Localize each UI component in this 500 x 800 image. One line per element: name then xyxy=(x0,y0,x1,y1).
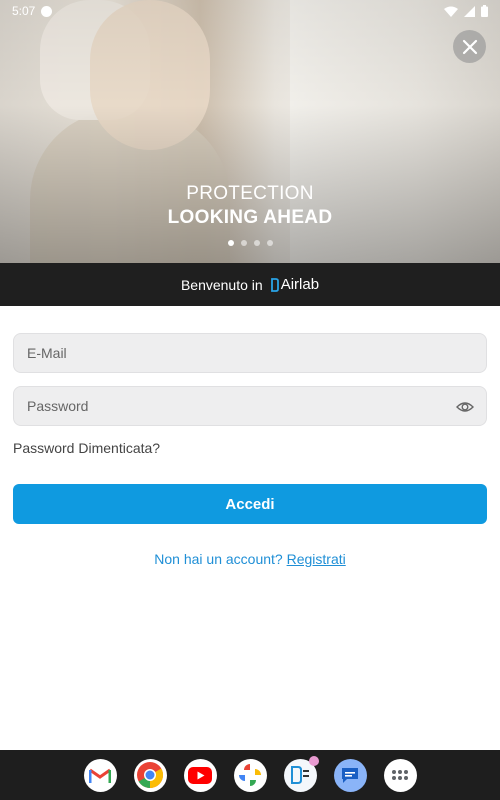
email-field[interactable] xyxy=(13,333,487,373)
gmail-icon-glyph xyxy=(89,768,111,783)
youtube-icon-glyph xyxy=(188,766,212,784)
password-input[interactable] xyxy=(27,398,473,414)
chrome-icon-glyph xyxy=(137,762,164,789)
hero-tagline: PROTECTION LOOKING AHEAD xyxy=(0,182,500,230)
email-input[interactable] xyxy=(27,345,473,361)
signal-icon xyxy=(464,5,475,17)
app-dock xyxy=(0,750,500,800)
carousel-dot[interactable] xyxy=(240,240,247,246)
battery-icon xyxy=(481,5,488,17)
hero-title-line2: LOOKING AHEAD xyxy=(167,207,333,228)
wifi-icon xyxy=(444,6,458,17)
app-drawer-icon-glyph xyxy=(392,770,408,780)
hero-title-line1: PROTECTION xyxy=(186,183,314,204)
status-time: 5:07 xyxy=(12,4,36,18)
forgot-password-link[interactable]: Password Dimenticata? xyxy=(13,440,160,456)
signup-link[interactable]: Registrati xyxy=(287,551,346,567)
carousel-indicator xyxy=(0,240,500,246)
eye-icon[interactable] xyxy=(456,398,474,416)
carousel-dot[interactable] xyxy=(266,240,273,246)
airlab-icon[interactable] xyxy=(283,755,319,792)
photos-icon-glyph xyxy=(239,764,261,786)
airlab-logo: Airlab xyxy=(270,276,320,293)
status-icons xyxy=(444,5,488,17)
close-button[interactable] xyxy=(453,30,486,63)
signup-prompt: Non hai un account? Registrati xyxy=(0,551,500,567)
password-field[interactable] xyxy=(13,386,487,426)
chrome-icon[interactable] xyxy=(133,758,167,792)
app-drawer-icon[interactable] xyxy=(383,758,417,792)
airlab-logo-icon xyxy=(270,277,279,292)
login-screen: 5:07 PROTECTION LOOKING AHEAD Benvenuto … xyxy=(0,0,500,800)
notification-badge xyxy=(308,755,319,766)
carousel-dot[interactable] xyxy=(227,240,234,246)
airlab-icon-glyph xyxy=(291,766,309,784)
status-bar: 5:07 xyxy=(0,0,500,22)
carousel-dot[interactable] xyxy=(253,240,260,246)
youtube-icon[interactable] xyxy=(183,758,217,792)
login-button[interactable]: Accedi xyxy=(13,484,487,524)
messages-icon-glyph xyxy=(342,768,358,783)
messages-icon[interactable] xyxy=(333,758,367,792)
photos-icon[interactable] xyxy=(233,758,267,792)
signup-prompt-text: Non hai un account? xyxy=(154,551,283,567)
gmail-icon[interactable] xyxy=(83,758,117,792)
welcome-banner: Benvenuto in Airlab xyxy=(0,263,500,306)
brand-name: Airlab xyxy=(280,276,320,293)
hero-carousel[interactable]: 5:07 PROTECTION LOOKING AHEAD xyxy=(0,0,500,263)
close-icon xyxy=(462,39,477,54)
status-notification-icon xyxy=(41,5,53,17)
welcome-text: Benvenuto in xyxy=(180,276,263,293)
